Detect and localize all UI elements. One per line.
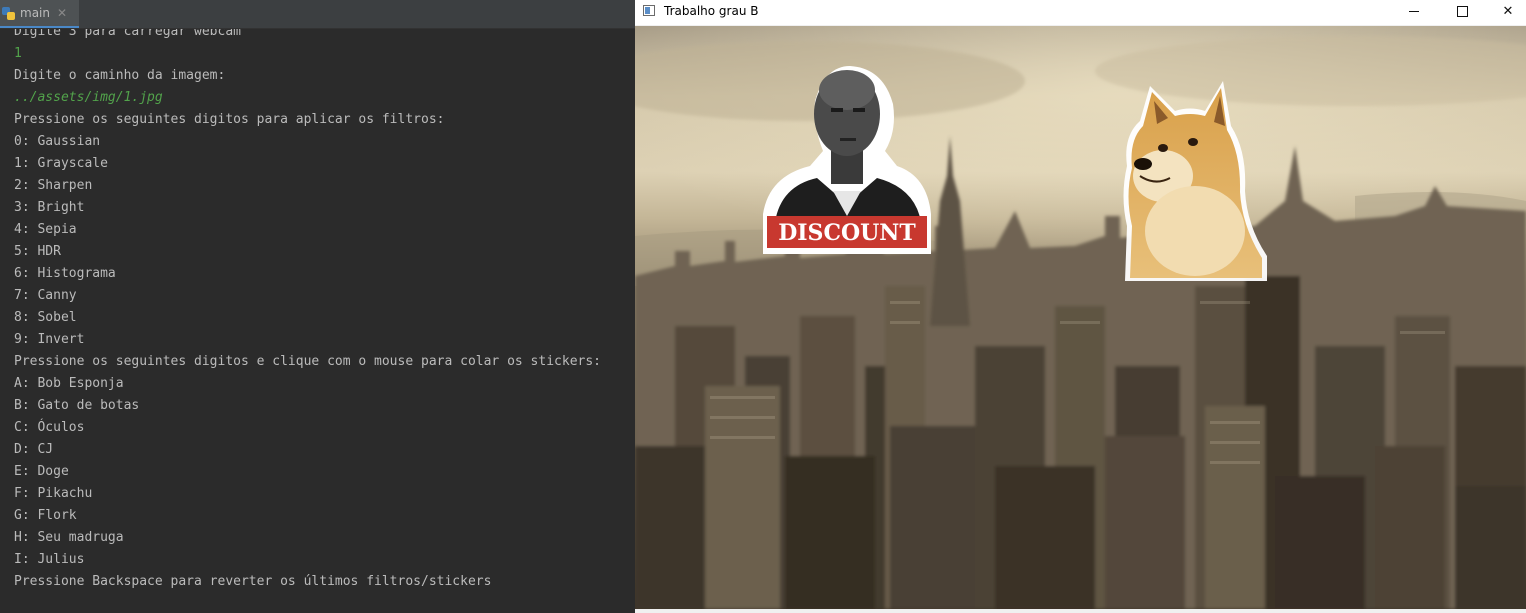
- opencv-window: Trabalho grau B ✕ DISCOUNT: [635, 0, 1526, 613]
- minimize-icon: [1409, 10, 1419, 12]
- console-line: 4: Sepia: [14, 222, 77, 237]
- console-line: F: Pikachu: [14, 486, 93, 501]
- maximize-button[interactable]: [1439, 0, 1485, 22]
- close-icon: ✕: [1502, 3, 1514, 19]
- python-icon: [2, 6, 15, 20]
- window-title: Trabalho grau B: [664, 4, 759, 18]
- maximize-icon: [1456, 5, 1468, 17]
- console-line: 9: Invert: [14, 332, 85, 347]
- run-tab-label: main: [20, 6, 50, 20]
- image-canvas[interactable]: DISCOUNT: [635, 26, 1526, 609]
- close-tab-icon[interactable]: ✕: [57, 6, 67, 20]
- console-line: 1: [14, 46, 22, 61]
- console-line: D: CJ: [14, 442, 54, 457]
- console-output: Digite 3 para carregar webcam 1 Digite o c…: [14, 21, 601, 593]
- minimize-button[interactable]: [1391, 0, 1437, 22]
- console-line: A: Bob Esponja: [14, 376, 124, 391]
- window-titlebar[interactable]: Trabalho grau B ✕: [635, 0, 1526, 25]
- console-line: 8: Sobel: [14, 310, 77, 325]
- app-icon: [643, 5, 655, 16]
- sticker-caption: DISCOUNT: [778, 220, 916, 246]
- console-line: B: Gato de botas: [14, 398, 140, 413]
- run-tab-bar: main ✕: [0, 0, 635, 29]
- console-line: 0: Gaussian: [14, 134, 101, 149]
- console-line: E: Doge: [14, 464, 69, 479]
- console-line: 2: Sharpen: [14, 178, 93, 193]
- console-line: H: Seu madruga: [14, 530, 124, 545]
- console-line: Pressione os seguintes digitos e clique …: [14, 354, 601, 369]
- console-line: Digite o caminho da imagem:: [14, 68, 226, 83]
- console-line: G: Flork: [14, 508, 77, 523]
- console-line: 5: HDR: [14, 244, 61, 259]
- console-line: Pressione Backspace para reverter os últ…: [14, 574, 492, 589]
- console-line: 3: Bright: [14, 200, 85, 215]
- run-console: Digite 3 para carregar webcam 1 Digite o c…: [0, 0, 635, 613]
- console-line: I: Julius: [14, 552, 85, 567]
- console-line: C: Óculos: [14, 420, 85, 435]
- console-line: Pressione os seguintes digitos para apli…: [14, 112, 445, 127]
- city-background: [635, 26, 1526, 609]
- close-button[interactable]: ✕: [1485, 0, 1526, 22]
- run-tab-main[interactable]: main ✕: [0, 0, 80, 28]
- console-line: 6: Histograma: [14, 266, 116, 281]
- console-line: 7: Canny: [14, 288, 77, 303]
- console-line: 1: Grayscale: [14, 156, 108, 171]
- console-line: ../assets/img/1.jpg: [14, 90, 163, 105]
